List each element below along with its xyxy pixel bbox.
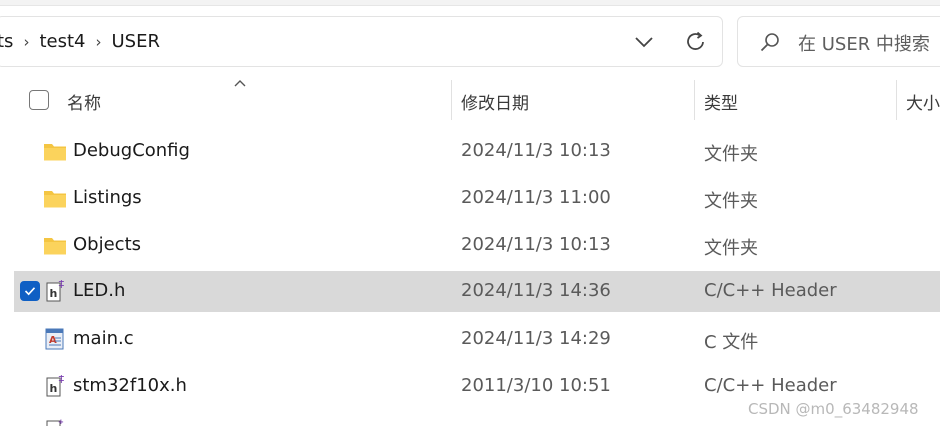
breadcrumb-item-projects[interactable]: ts: [0, 31, 13, 52]
file-type: 文件夹: [704, 144, 758, 165]
search-icon: [760, 33, 779, 52]
column-header-name[interactable]: 名称: [67, 89, 101, 114]
file-row-led-h[interactable]: h + + LED.h 2024/11/3 14:36 C/C++ Header: [14, 271, 940, 312]
breadcrumb-separator-icon[interactable]: ›: [13, 33, 39, 51]
file-explorer-window: ts › test4 › USER 在 USER 中搜索 名称 修改日期 类型 …: [0, 0, 940, 426]
column-header-type[interactable]: 类型: [704, 89, 738, 114]
sort-ascending-icon[interactable]: [233, 78, 247, 88]
file-name[interactable]: Listings: [73, 187, 142, 208]
file-modified: 2024/11/3 10:13: [461, 234, 611, 255]
row-checkbox-checked[interactable]: [20, 281, 40, 301]
header-file-icon: h + +: [46, 375, 65, 397]
file-type: C/C++ Header: [704, 280, 837, 301]
file-row-objects[interactable]: Objects 2024/11/3 10:13 文件夹: [14, 225, 940, 266]
file-name[interactable]: DebugConfig: [73, 140, 190, 161]
header-file-icon: +: [46, 418, 64, 426]
file-modified: 2024/11/3 14:36: [461, 280, 611, 301]
header-file-icon: h + +: [46, 280, 65, 302]
window-top-strip: [0, 0, 940, 6]
file-name[interactable]: main.c: [73, 328, 134, 349]
file-modified: 2024/11/3 10:13: [461, 140, 611, 161]
folder-icon: [44, 191, 66, 208]
search-input[interactable]: 在 USER 中搜索: [737, 16, 940, 67]
breadcrumb: ts › test4 › USER: [0, 17, 160, 66]
folder-icon: [44, 238, 66, 255]
select-all-checkbox[interactable]: [29, 90, 49, 110]
svg-text:h: h: [50, 287, 58, 300]
address-bar[interactable]: ts › test4 › USER: [0, 16, 723, 67]
file-name[interactable]: LED.h: [73, 280, 125, 301]
column-divider[interactable]: [451, 80, 452, 120]
breadcrumb-item-user[interactable]: USER: [111, 31, 159, 52]
column-header-modified[interactable]: 修改日期: [461, 89, 529, 114]
svg-text:h: h: [50, 382, 58, 395]
search-placeholder: 在 USER 中搜索: [798, 34, 930, 55]
file-modified: 2024/11/3 14:29: [461, 328, 611, 349]
file-row-main-c[interactable]: A main.c 2024/11/3 14:29 C 文件: [14, 319, 940, 360]
folder-icon: [44, 144, 66, 161]
file-type: C/C++ Header: [704, 375, 837, 396]
file-modified: 2011/3/10 10:51: [461, 375, 611, 396]
svg-text:+: +: [58, 375, 65, 381]
file-type: C 文件: [704, 332, 759, 353]
file-type: 文件夹: [704, 191, 758, 212]
file-type: 文件夹: [704, 238, 758, 259]
refresh-icon[interactable]: [683, 29, 709, 55]
chevron-down-icon[interactable]: [631, 29, 657, 55]
c-file-icon: A: [45, 328, 64, 350]
breadcrumb-separator-icon[interactable]: ›: [85, 33, 111, 51]
column-divider[interactable]: [896, 80, 897, 120]
breadcrumb-item-test4[interactable]: test4: [39, 31, 85, 52]
watermark-text: CSDN @m0_63482948: [748, 400, 919, 418]
file-row-listings[interactable]: Listings 2024/11/3 11:00 文件夹: [14, 178, 940, 219]
svg-text:+: +: [58, 418, 64, 426]
file-name[interactable]: stm32f10x.h: [73, 375, 187, 396]
file-modified: 2024/11/3 11:00: [461, 187, 611, 208]
file-name[interactable]: Objects: [73, 234, 141, 255]
column-divider[interactable]: [694, 80, 695, 120]
svg-text:+: +: [58, 280, 65, 286]
file-row-debugconfig[interactable]: DebugConfig 2024/11/3 10:13 文件夹: [14, 131, 940, 172]
column-header-size[interactable]: 大小: [906, 89, 940, 114]
